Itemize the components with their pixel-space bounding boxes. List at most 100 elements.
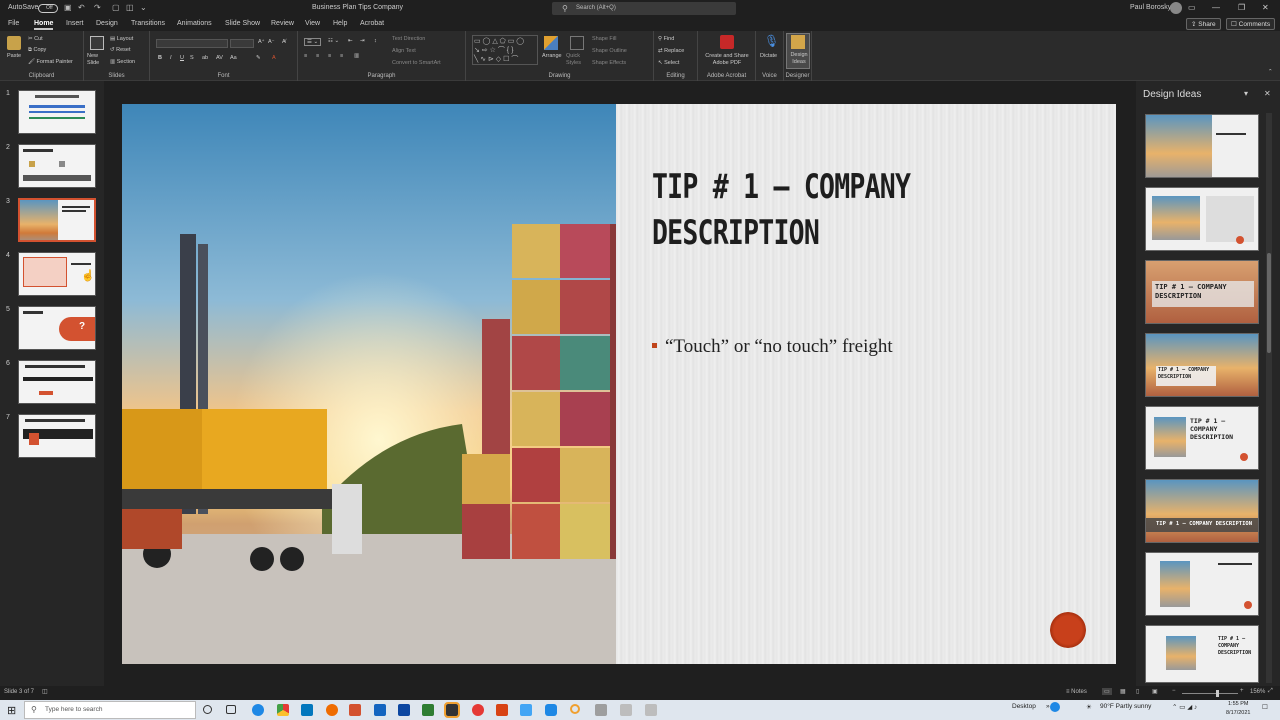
tab-review[interactable]: Review: [271, 20, 294, 27]
arrange-button[interactable]: Arrange: [542, 53, 562, 59]
current-slide[interactable]: TIP # 1 – COMPANY DESCRIPTION “Touch” or…: [122, 104, 1116, 664]
zoom-slider[interactable]: [1182, 690, 1238, 697]
cut-button[interactable]: ✂ Cut: [28, 36, 43, 42]
tab-view[interactable]: View: [305, 20, 320, 27]
quick-styles-button[interactable]: Quick Styles: [566, 53, 590, 67]
select-button[interactable]: ↖ Select: [658, 60, 679, 66]
customize-icon[interactable]: ⌄: [140, 3, 147, 12]
slide-preview-selected[interactable]: [18, 198, 96, 242]
tab-acrobat[interactable]: Acrobat: [360, 20, 384, 27]
replace-button[interactable]: ⇄ Replace: [658, 48, 684, 54]
line-spacing-icon[interactable]: ↕: [374, 38, 377, 44]
outlook-icon[interactable]: [398, 704, 410, 716]
close-panel-icon[interactable]: ✕: [1264, 89, 1271, 98]
clear-format-icon[interactable]: A̸: [282, 39, 286, 45]
excel-icon[interactable]: [422, 704, 434, 716]
save-icon[interactable]: ▣: [64, 3, 72, 12]
present-icon[interactable]: ▢: [112, 3, 120, 12]
scrollbar-thumb[interactable]: [1267, 253, 1271, 353]
justify-icon[interactable]: ≡: [340, 53, 343, 59]
change-case-icon[interactable]: Aa: [230, 55, 237, 61]
shadow-icon[interactable]: S: [190, 55, 194, 61]
app-icon-red[interactable]: [472, 704, 484, 716]
shape-outline-button[interactable]: Shape Outline: [592, 48, 627, 54]
avatar[interactable]: [1170, 2, 1182, 14]
tab-insert[interactable]: Insert: [66, 20, 84, 27]
decrease-indent-icon[interactable]: ⇤: [348, 38, 353, 44]
comments-button[interactable]: ☐ Comments: [1226, 18, 1276, 30]
new-slide-button[interactable]: New Slide: [87, 53, 109, 67]
close-icon[interactable]: ✕: [1262, 3, 1269, 12]
align-left-icon[interactable]: ≡: [304, 53, 307, 59]
columns-icon[interactable]: ▥: [354, 53, 359, 59]
format-painter-button[interactable]: 🖌 Format Painter: [28, 59, 73, 65]
panel-options-icon[interactable]: ▾: [1244, 89, 1248, 98]
app-icon-gray[interactable]: [595, 704, 607, 716]
share-button[interactable]: ⇪ Share: [1186, 18, 1221, 30]
bold-icon[interactable]: B: [158, 55, 162, 61]
collapse-ribbon-icon[interactable]: ⌃: [1268, 69, 1273, 75]
slide-preview[interactable]: [18, 414, 96, 458]
design-idea-5[interactable]: TIP # 1 – COMPANY DESCRIPTION: [1145, 406, 1259, 470]
slide-preview[interactable]: [18, 360, 96, 404]
shapes-gallery[interactable]: ▭ ◯ △ ⬠ ▭ ◯ ↘ ⇨ ☆ ⌒ { } ╲ ∿ ⊳ ◇ ☐ ⌒: [472, 35, 538, 65]
weather-text[interactable]: 90°F Partly sunny: [1100, 703, 1151, 710]
zoom-app-icon[interactable]: [545, 704, 557, 716]
paste-button[interactable]: Paste: [7, 53, 21, 59]
font-size-field[interactable]: [230, 39, 254, 48]
strikethrough-icon[interactable]: ab: [202, 55, 208, 61]
shape-effects-button[interactable]: Shape Effects: [592, 60, 626, 66]
ribbon-display-icon[interactable]: ▭: [1188, 3, 1196, 12]
user-name[interactable]: Paul Borosky: [1130, 4, 1171, 11]
slide-preview[interactable]: ☝: [18, 252, 96, 296]
slide-photo-containers[interactable]: [122, 104, 616, 664]
edge-icon[interactable]: [252, 704, 264, 716]
italic-icon[interactable]: I: [170, 55, 172, 61]
zoom-level[interactable]: 156%: [1250, 689, 1265, 695]
create-share-pdf-button[interactable]: Create and Share Adobe PDF: [701, 53, 753, 67]
design-idea-7[interactable]: [1145, 552, 1259, 616]
panel-scrollbar[interactable]: [1266, 113, 1272, 683]
quick-styles-icon[interactable]: [570, 36, 584, 50]
taskbar-search[interactable]: ⚲ Type here to search: [24, 701, 196, 719]
bullets-icon[interactable]: ☰ ⌄: [304, 38, 322, 46]
fit-slide-icon[interactable]: ⤢: [1268, 688, 1273, 695]
section-button[interactable]: ▥ Section: [110, 59, 135, 65]
font-color-icon[interactable]: A: [272, 55, 276, 61]
app-icon-scissors[interactable]: [620, 704, 632, 716]
touch-mode-icon[interactable]: ◫: [126, 3, 134, 12]
font-name-field[interactable]: [156, 39, 228, 48]
clock[interactable]: 1:55 PM 8/17/2021: [1226, 700, 1250, 718]
underline-icon[interactable]: U: [180, 55, 184, 61]
copy-button[interactable]: ⧉ Copy: [28, 47, 46, 54]
zoom-in-icon[interactable]: +: [1240, 688, 1244, 694]
slide-bullet[interactable]: “Touch” or “no touch” freight: [652, 336, 893, 358]
design-idea-1[interactable]: [1145, 114, 1259, 178]
app-icon-five[interactable]: [496, 704, 508, 716]
powerpoint-icon[interactable]: [349, 704, 361, 716]
windows-start-icon[interactable]: ⊞: [7, 704, 16, 717]
restore-icon[interactable]: ❐: [1238, 3, 1245, 12]
normal-view-icon[interactable]: ▭: [1102, 688, 1112, 695]
design-ideas-icon[interactable]: [791, 35, 805, 49]
microphone-icon[interactable]: 🎙: [764, 34, 779, 48]
highlight-icon[interactable]: ✎: [256, 55, 261, 61]
tab-animations[interactable]: Animations: [177, 20, 212, 27]
reset-button[interactable]: ↺ Reset: [110, 47, 131, 53]
increase-indent-icon[interactable]: ⇥: [360, 38, 365, 44]
convert-smartart-button[interactable]: Convert to SmartArt: [392, 60, 441, 66]
notes-button[interactable]: ≡ Notes: [1066, 689, 1087, 695]
task-view-icon[interactable]: [226, 705, 236, 714]
design-idea-2[interactable]: [1145, 187, 1259, 251]
zoom-out-icon[interactable]: −: [1172, 688, 1176, 694]
slide-sorter-icon[interactable]: ▦: [1120, 688, 1126, 695]
align-text-button[interactable]: Align Text: [392, 48, 416, 54]
slide-title[interactable]: TIP # 1 – COMPANY DESCRIPTION: [652, 164, 1089, 256]
tab-file[interactable]: File: [8, 20, 19, 27]
numbering-icon[interactable]: ☷ ⌄: [328, 38, 339, 44]
slide-preview[interactable]: ?: [18, 306, 96, 350]
design-idea-6[interactable]: TIP # 1 – COMPANY DESCRIPTION: [1145, 479, 1259, 543]
desktop-label[interactable]: Desktop: [1012, 703, 1036, 710]
word-icon[interactable]: [374, 704, 386, 716]
align-right-icon[interactable]: ≡: [328, 53, 331, 59]
